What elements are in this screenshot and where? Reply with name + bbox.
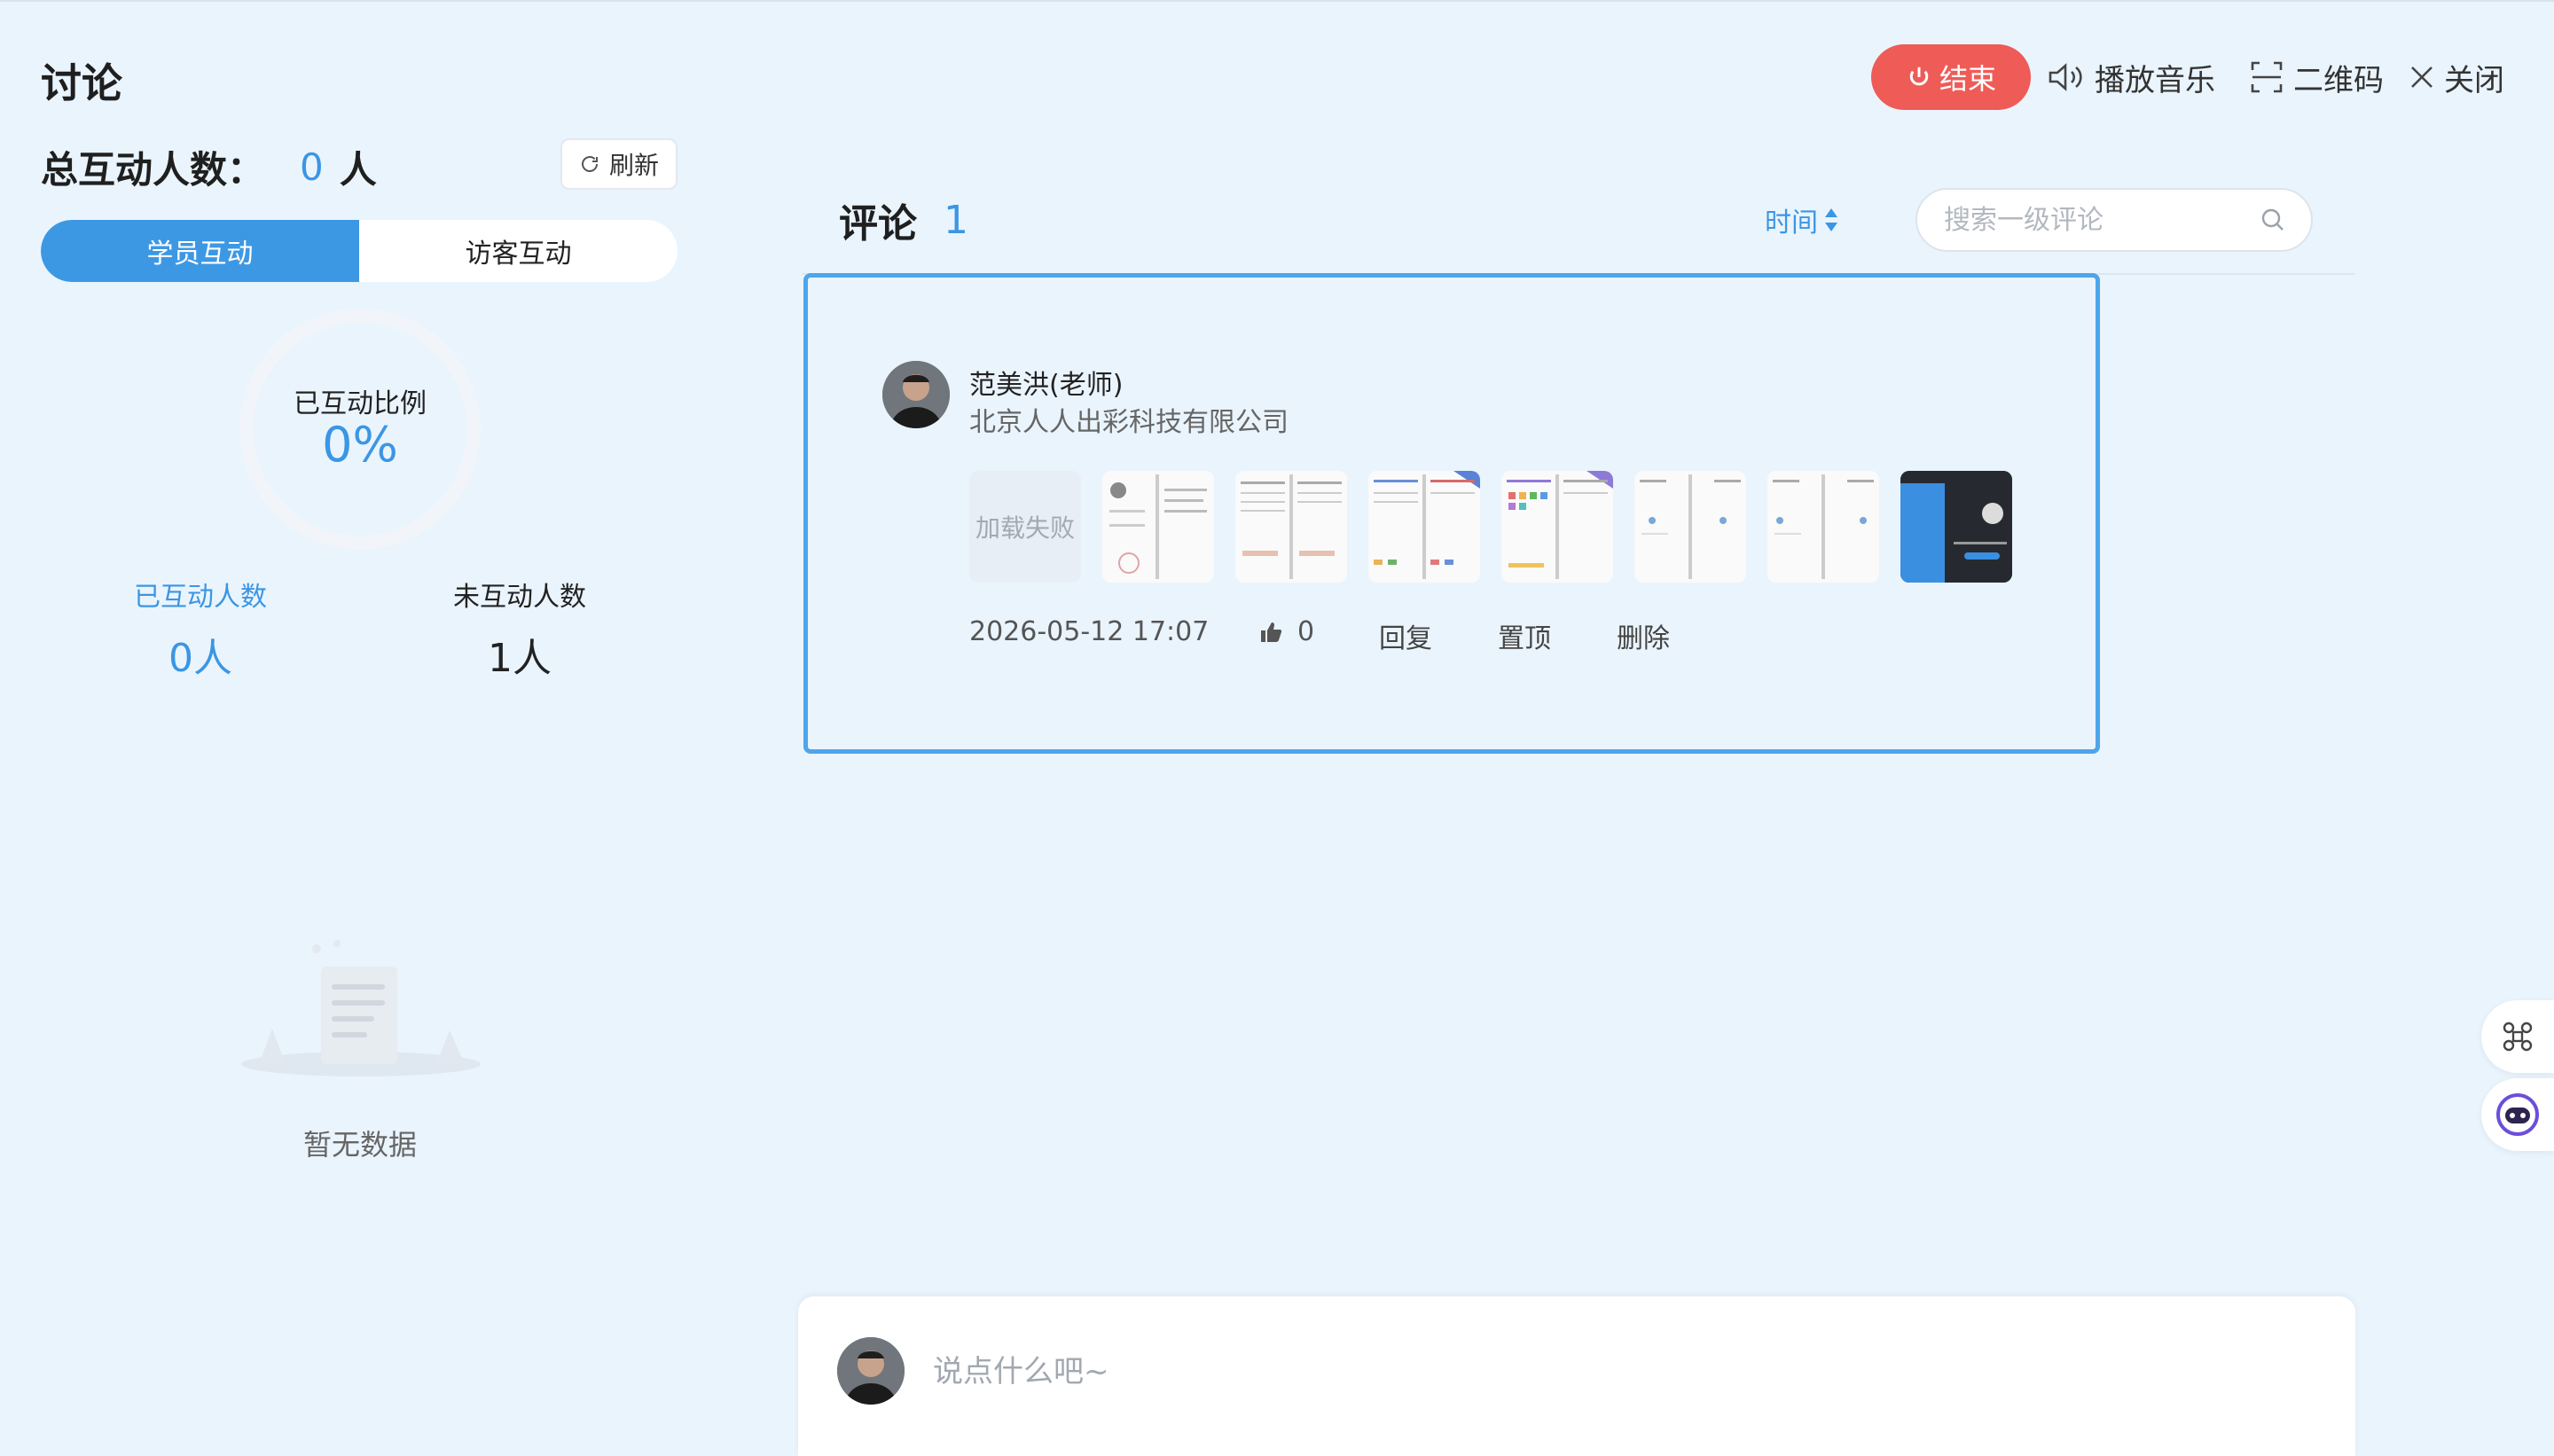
like-count: 0 [1297, 616, 1315, 647]
interacted-value: 0人 [168, 636, 232, 681]
end-label: 结束 [1939, 62, 1996, 96]
refresh-icon [581, 156, 598, 172]
reply-button[interactable]: 回复 [1379, 616, 1432, 655]
comment-image[interactable] [1634, 471, 1746, 583]
refresh-button[interactable]: 刷新 [560, 138, 678, 190]
thumbs-up-icon [1261, 622, 1282, 642]
tab-student-interaction[interactable]: 学员互动 [41, 220, 359, 282]
delete-button[interactable]: 删除 [1617, 616, 1670, 655]
not-interacted-label: 未互动人数 [453, 582, 586, 613]
speaker-icon [2049, 63, 2082, 91]
comments-header: 评论 1 [839, 192, 968, 248]
close-icon [2411, 67, 2433, 88]
total-value: 0 [300, 145, 324, 189]
comment-company: 北京人人出彩科技有限公司 [969, 407, 1289, 438]
comment-composer [798, 1296, 2355, 1456]
interacted-label: 已互动人数 [134, 582, 267, 613]
comments-title: 评论 [839, 201, 917, 247]
pin-button[interactable]: 置顶 [1498, 616, 1551, 655]
page-title: 讨论 [41, 59, 122, 107]
avatar[interactable] [882, 361, 950, 428]
interaction-tabs: 学员互动 访客互动 [41, 220, 678, 282]
ratio-label: 已互动比例 [294, 388, 427, 419]
tab-visitor-interaction[interactable]: 访客互动 [359, 220, 678, 282]
robot-icon [2496, 1093, 2539, 1136]
comment-image[interactable] [1102, 471, 1214, 583]
image-load-failed[interactable]: 加载失败 [969, 471, 1081, 583]
search-icon[interactable] [2260, 207, 2286, 233]
close-label: 关闭 [2444, 62, 2504, 98]
empty-data-text: 暂无数据 [302, 1128, 417, 1162]
total-label: 总互动人数： [41, 148, 265, 192]
comment-input[interactable] [931, 1344, 2176, 1399]
interacted-stat: 已互动人数 0人 [94, 575, 307, 683]
comment-search-box [1916, 188, 2313, 252]
qr-code-button[interactable]: 二维码 [2249, 51, 2384, 103]
play-music-button[interactable]: 播放音乐 [2047, 51, 2215, 103]
comment-image[interactable] [1235, 471, 1347, 583]
apps-float-button[interactable] [2481, 1000, 2554, 1073]
comment-image[interactable] [1501, 471, 1613, 583]
sort-label: 时间 [1765, 207, 1818, 239]
ratio-value: 0% [322, 417, 398, 473]
comment-images: 加载失败 [969, 471, 2012, 583]
scan-icon [2251, 61, 2283, 93]
play-music-label: 播放音乐 [2095, 62, 2215, 98]
like-button[interactable]: 0 [1258, 616, 1314, 647]
total-interactions: 总互动人数： 0 人 [41, 140, 377, 194]
avatar [837, 1337, 905, 1405]
not-interacted-value: 1人 [488, 636, 552, 681]
power-icon [1909, 67, 1929, 86]
close-button[interactable]: 关闭 [2409, 51, 2504, 103]
command-icon [2503, 1022, 2533, 1052]
comment-author: 范美洪(老师) [969, 370, 1124, 401]
comment-search-input[interactable] [1942, 203, 2247, 237]
top-divider [0, 0, 2554, 2]
comment-image[interactable] [1767, 471, 1879, 583]
assistant-float-button[interactable] [2481, 1078, 2554, 1151]
sort-caret-icon [1825, 208, 1837, 231]
total-unit: 人 [339, 148, 377, 192]
empty-data-illustration [241, 940, 481, 1076]
refresh-label: 刷新 [608, 151, 659, 180]
qr-code-label: 二维码 [2293, 62, 2384, 98]
sort-by-time-button[interactable]: 时间 [1765, 200, 1839, 239]
comment-image[interactable] [1900, 471, 2012, 583]
not-interacted-stat: 未互动人数 1人 [413, 575, 626, 683]
end-button[interactable]: 结束 [1871, 44, 2031, 110]
comment-image[interactable] [1368, 471, 1480, 583]
comment-card: 范美洪(老师) 北京人人出彩科技有限公司 加载失败 2026-05-12 17:… [803, 273, 2100, 754]
comments-count: 1 [944, 197, 968, 243]
comment-time: 2026-05-12 17:07 [969, 616, 1210, 647]
